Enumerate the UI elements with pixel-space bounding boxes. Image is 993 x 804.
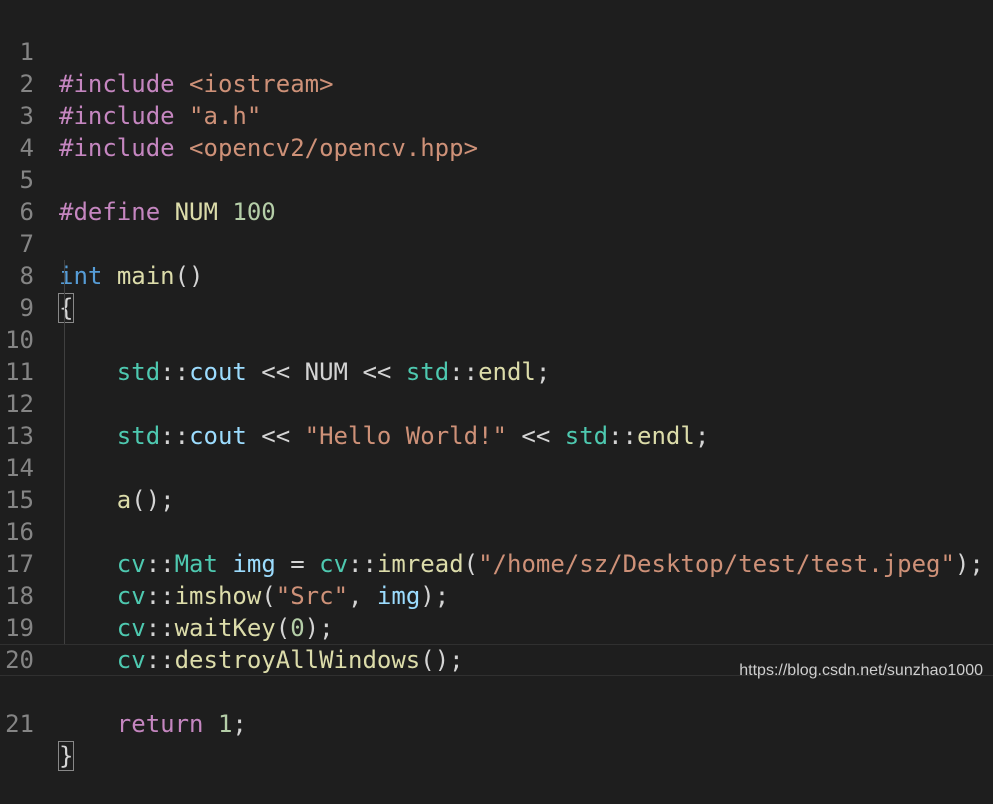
code-line[interactable]: 3 #include <opencv2/opencv.hpp> [0, 68, 993, 162]
indent-guide [64, 388, 65, 420]
line-content: } [57, 740, 75, 772]
code-line[interactable]: 13 a(); [0, 388, 993, 514]
line-content: return 1; [59, 708, 247, 740]
code-line[interactable]: 6 [0, 164, 993, 226]
code-line[interactable]: 1 #include <iostream> [0, 4, 993, 98]
indent-guide [64, 356, 65, 388]
code-line[interactable]: 11 std::cout << "Hello World!" << std::e… [0, 324, 993, 450]
code-line[interactable]: 7 int main() [0, 196, 993, 290]
indent-guide [64, 484, 65, 516]
code-line[interactable]: 10 [0, 292, 993, 354]
code-line[interactable]: 14 [0, 420, 993, 482]
indent-guide [64, 516, 65, 548]
code-line[interactable]: 12 [0, 356, 993, 418]
indent-guide [64, 260, 65, 292]
token: ; [232, 710, 247, 738]
token: return [116, 710, 204, 738]
code-line[interactable]: 5 #define NUM 100 [0, 132, 993, 226]
indent-guide [64, 580, 65, 612]
code-editor[interactable]: 1 #include <iostream> 2 #include "a.h" 3… [0, 4, 993, 771]
matched-brace: } [57, 741, 75, 771]
code-line[interactable]: 9 std::cout << NUM << std::endl; [0, 260, 993, 386]
token: 1 [217, 710, 233, 738]
code-line[interactable]: 15 cv::Mat img = cv::imread("/home/sz/De… [0, 452, 993, 578]
indent-guide [64, 292, 65, 324]
indent-guide [64, 612, 65, 644]
indent-guide [64, 548, 65, 580]
indent-guide [64, 452, 65, 484]
code-line[interactable]: 20 return 1; [0, 612, 993, 738]
code-line[interactable]: 18 cv::destroyAllWindows(); [0, 548, 993, 674]
code-line[interactable]: 4 [0, 100, 993, 162]
code-line[interactable]: 8 { [0, 228, 993, 323]
code-line[interactable]: 2 #include "a.h" [0, 36, 993, 130]
code-line[interactable]: 16 cv::imshow("Src", img); [0, 484, 993, 610]
indent-guide [64, 324, 65, 356]
watermark: https://blog.csdn.net/sunzhao1000 [739, 662, 983, 679]
code-line[interactable]: 19 [0, 580, 993, 642]
line-number: 21 [5, 710, 34, 738]
indent-guide [64, 420, 65, 452]
code-line[interactable]: 17 cv::waitKey(0); [0, 516, 993, 642]
